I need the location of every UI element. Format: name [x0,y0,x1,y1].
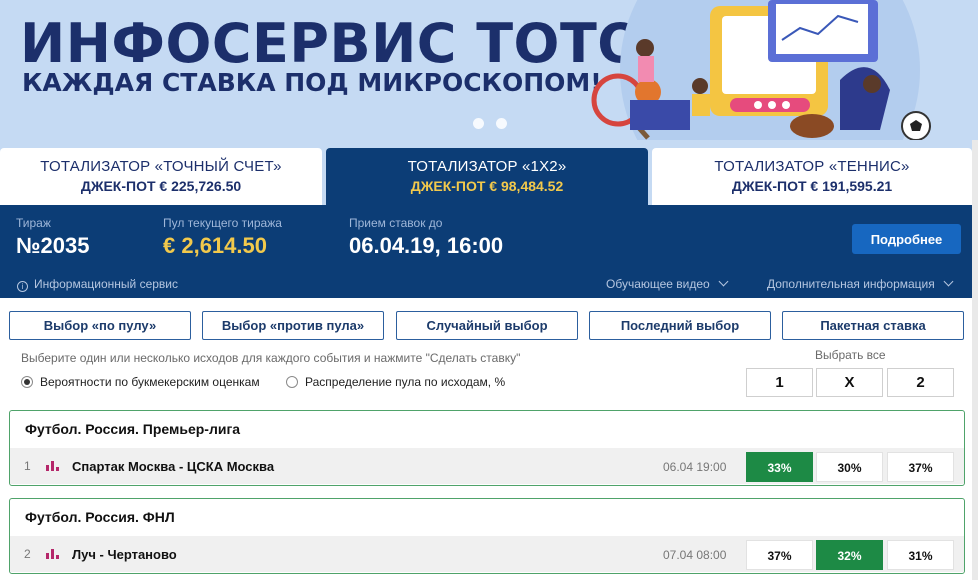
radio-label: Вероятности по букмекерским оценкам [40,375,260,389]
extra-info-dropdown[interactable]: Дополнительная информация [767,276,954,291]
draw-panel: Тираж №2035 Пул текущего тиража € 2,614.… [0,205,972,298]
package-bet-button[interactable]: Пакетная ставка [782,311,964,340]
outcome-1-button[interactable]: 33% [746,452,813,482]
outcome-x-button[interactable]: 30% [816,452,883,482]
select-by-pool-button[interactable]: Выбор «по пулу» [9,311,191,340]
carousel-dot[interactable] [496,118,507,129]
match-number: 1 [24,459,31,473]
chevron-down-icon [718,276,729,287]
league-title: Футбол. Россия. Премьер-лига [25,421,241,437]
radio-button[interactable] [286,376,298,388]
deadline-label: Прием ставок до [349,216,443,230]
outcome-1-button[interactable]: 37% [746,540,813,570]
training-video-dropdown[interactable]: Обучающее видео [606,276,729,291]
draw-label: Тираж [16,216,51,230]
info-service-link[interactable]: i Информационный сервис [17,277,178,292]
promo-banner[interactable]: ИНФОСЕРВИС ТОТО КАЖДАЯ СТАВКА ПОД МИКРОС… [0,0,978,140]
banner-subtitle: КАЖДАЯ СТАВКА ПОД МИКРОСКОПОМ! [22,68,602,97]
radio-button[interactable] [21,376,33,388]
match-row: 1 Спартак Москва - ЦСКА Москва 06.04 19:… [10,448,964,484]
random-select-button[interactable]: Случайный выбор [396,311,578,340]
draw-number: №2035 [16,233,90,258]
match-name: Спартак Москва - ЦСКА Москва [72,459,275,474]
radio-label: Распределение пула по исходам, % [305,375,506,389]
stats-icon[interactable] [46,549,60,559]
banner-title: ИНФОСЕРВИС ТОТО [20,12,644,75]
last-select-button[interactable]: Последний выбор [589,311,771,340]
event-card: Футбол. Россия. Премьер-лига 1 Спартак М… [9,410,965,486]
tab-tennis[interactable]: ТОТАЛИЗАТОР «ТЕННИС» ДЖЕК-ПОТ € 191,595.… [652,148,972,205]
match-row: 2 Луч - Чертаново 07.04 08:00 37% 32% 31… [10,536,964,572]
match-date: 07.04 08:00 [663,548,727,562]
outcome-2-button[interactable]: 31% [887,540,954,570]
chevron-down-icon [943,276,954,287]
choose-all-2-button[interactable]: 2 [887,368,954,397]
tab-jackpot: ДЖЕК-ПОТ € 225,726.50 [80,178,242,194]
tab-title: ТОТАЛИЗАТОР «ТЕННИС» [714,158,910,175]
carousel-dot[interactable] [473,118,484,129]
league-title: Футбол. Россия. ФНЛ [25,509,175,525]
match-name: Луч - Чертаново [72,547,177,562]
page-scrollbar[interactable] [972,140,978,580]
pool-label: Пул текущего тиража [163,216,282,230]
tab-jackpot: ДЖЕК-ПОТ € 191,595.21 [731,178,893,194]
pool-value: € 2,614.50 [163,233,267,258]
select-against-pool-button[interactable]: Выбор «против пула» [202,311,384,340]
tab-1x2[interactable]: ТОТАЛИЗАТОР «1Х2» ДЖЕК-ПОТ € 98,484.52 [326,148,648,205]
match-date: 06.04 19:00 [663,460,727,474]
radio-pool-distribution[interactable]: Распределение пула по исходам, % [286,375,505,389]
stats-icon[interactable] [46,461,60,471]
info-service-label: Информационный сервис [34,277,178,291]
extra-info-label: Дополнительная информация [767,277,935,291]
outcome-x-button[interactable]: 32% [816,540,883,570]
event-card: Футбол. Россия. ФНЛ 2 Луч - Чертаново 07… [9,498,965,574]
info-icon: i [17,281,28,292]
more-details-button[interactable]: Подробнее [852,224,961,254]
choose-all-x-button[interactable]: X [816,368,883,397]
outcome-2-button[interactable]: 37% [887,452,954,482]
banner-illustration [591,0,931,140]
instructions-text: Выберите один или несколько исходов для … [21,351,521,365]
choose-all-1-button[interactable]: 1 [746,368,813,397]
carousel-dots [473,118,507,129]
match-number: 2 [24,547,31,561]
tab-title: ТОТАЛИЗАТОР «1Х2» [407,158,567,175]
deadline-value: 06.04.19, 16:00 [349,233,504,258]
totalizator-tabs: ТОТАЛИЗАТОР «ТОЧНЫЙ СЧЕТ» ДЖЕК-ПОТ € 225… [0,140,978,205]
radio-bookmaker-probabilities[interactable]: Вероятности по букмекерским оценкам [21,375,260,389]
training-video-label: Обучающее видео [606,277,710,291]
tab-jackpot: ДЖЕК-ПОТ € 98,484.52 [410,178,564,194]
tab-title: ТОТАЛИЗАТОР «ТОЧНЫЙ СЧЕТ» [40,158,282,175]
tab-exact-score[interactable]: ТОТАЛИЗАТОР «ТОЧНЫЙ СЧЕТ» ДЖЕК-ПОТ € 225… [0,148,322,205]
choose-all-label: Выбрать все [815,348,886,362]
